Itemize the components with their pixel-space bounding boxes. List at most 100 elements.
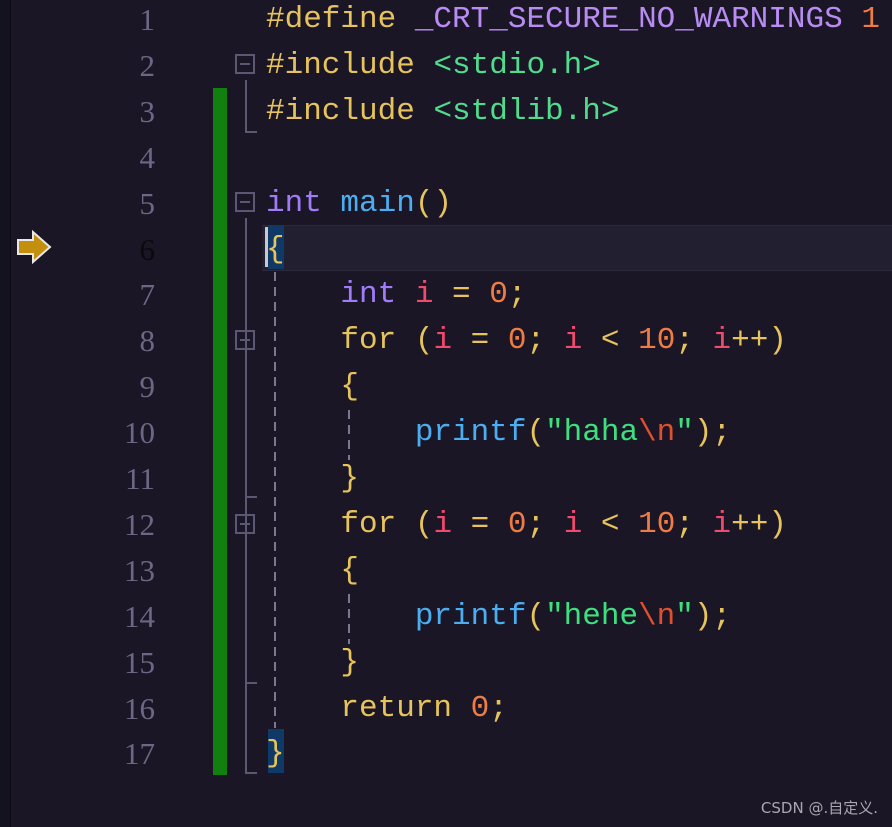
code-token: ++) <box>731 506 787 542</box>
code-token: ; <box>675 323 713 359</box>
change-tracking-bar <box>213 88 227 775</box>
left-margin <box>0 0 11 827</box>
code-token: printf <box>414 598 527 634</box>
code-line[interactable]: } <box>266 731 285 777</box>
code-token: ++) <box>731 323 787 359</box>
code-token: printf <box>414 415 527 451</box>
line-number: 13 <box>124 552 155 588</box>
code-token: "haha <box>545 415 639 451</box>
code-token: < <box>582 323 639 359</box>
code-token: ); <box>693 598 732 634</box>
code-line[interactable]: return 0; <box>266 686 508 732</box>
code-token: i <box>563 323 583 359</box>
code-token: ; <box>675 506 713 542</box>
code-token: ; <box>489 690 508 726</box>
code-token: 0 <box>489 277 508 313</box>
code-line[interactable]: { <box>266 548 359 594</box>
line-number: 9 <box>139 369 156 405</box>
code-token: for ( <box>266 506 434 542</box>
code-token: { <box>266 552 360 588</box>
code-token: i <box>414 277 434 313</box>
collapse-box-icon[interactable] <box>235 330 255 350</box>
line-number: 12 <box>124 506 155 542</box>
line-number: 16 <box>124 690 155 726</box>
code-line[interactable]: printf("haha\n"); <box>266 410 731 456</box>
current-line-highlight <box>262 225 892 271</box>
code-token: i <box>433 323 453 359</box>
code-token: <stdlib.h> <box>433 93 620 129</box>
line-number: 5 <box>139 185 156 221</box>
collapse-box-icon[interactable] <box>235 192 255 212</box>
code-token: } <box>266 736 285 772</box>
code-token: #include <box>266 47 434 83</box>
code-token: int <box>340 277 397 313</box>
code-line[interactable]: } <box>266 640 359 686</box>
code-line[interactable]: { <box>266 364 359 410</box>
code-token: { <box>266 369 360 405</box>
code-line[interactable]: printf("hehe\n"); <box>266 594 731 640</box>
code-token: ( <box>526 598 546 634</box>
code-line[interactable]: #include <stdlib.h> <box>266 89 619 135</box>
line-number: 1 <box>139 2 156 37</box>
code-token: } <box>266 644 360 680</box>
code-token: ); <box>693 415 732 451</box>
fold-guide-end <box>245 131 257 133</box>
line-number: 15 <box>124 644 155 680</box>
code-line[interactable]: for (i = 0; i < 10; i++) <box>266 318 787 364</box>
code-line[interactable]: } <box>266 456 359 502</box>
code-token: = <box>452 323 508 359</box>
code-token: i <box>712 506 732 542</box>
code-token: ; <box>526 323 564 359</box>
collapse-box-icon[interactable] <box>235 54 255 74</box>
line-number: 11 <box>125 461 155 496</box>
code-token: "hehe <box>545 598 639 634</box>
code-token: main <box>340 185 415 221</box>
line-number: 14 <box>124 598 155 634</box>
fold-guide <box>245 80 247 133</box>
code-token: 10 <box>638 323 676 359</box>
code-token: i <box>712 323 732 359</box>
code-token: ( <box>526 415 546 451</box>
code-token: 0 <box>470 690 490 726</box>
code-line[interactable]: int main() <box>266 181 452 227</box>
code-token: { <box>266 231 285 267</box>
fold-guide-end <box>245 682 257 684</box>
code-line[interactable]: int i = 0; <box>266 272 526 318</box>
line-number: 10 <box>124 415 155 451</box>
code-token: int <box>266 185 322 221</box>
code-token: < <box>582 506 639 542</box>
code-token: = <box>433 277 490 313</box>
code-line[interactable]: for (i = 0; i < 10; i++) <box>266 502 787 548</box>
code-line[interactable]: #include <stdio.h> <box>266 43 601 89</box>
code-token: 10 <box>638 506 676 542</box>
code-line[interactable]: #define _CRT_SECURE_NO_WARNINGS 1 <box>266 0 880 43</box>
code-token: ; <box>526 506 564 542</box>
code-token: \n <box>638 598 676 634</box>
line-number: 6 <box>139 231 156 267</box>
code-token: i <box>433 506 453 542</box>
code-token: _CRT_SECURE_NO_WARNINGS <box>414 2 843 37</box>
collapse-box-icon[interactable] <box>235 514 255 534</box>
line-number: 17 <box>124 736 155 772</box>
code-token: return <box>266 690 471 726</box>
line-number: 7 <box>139 277 156 313</box>
code-token: for ( <box>266 323 434 359</box>
current-statement-arrow-icon[interactable] <box>16 230 52 264</box>
code-token: " <box>675 415 694 451</box>
code-token: i <box>563 506 583 542</box>
code-token: <stdio.h> <box>433 47 601 83</box>
code-token: = <box>452 506 508 542</box>
line-number: 8 <box>139 323 156 359</box>
code-token: 0 <box>507 506 527 542</box>
fold-guide-end <box>245 496 257 498</box>
code-token: ; <box>507 277 527 313</box>
code-token: 1 <box>861 2 880 37</box>
code-line[interactable]: { <box>266 227 285 273</box>
code-token: " <box>675 598 694 634</box>
code-token: } <box>266 461 360 496</box>
